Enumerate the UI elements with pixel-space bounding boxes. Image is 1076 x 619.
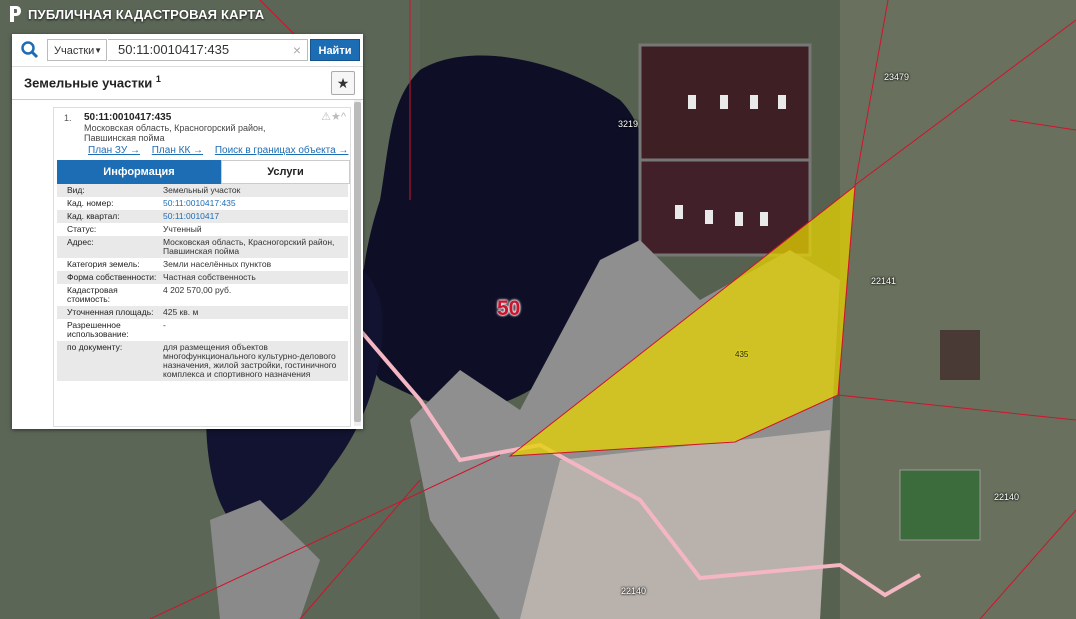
property-key: Уточненная площадь: [67, 307, 154, 317]
property-key: Вид: [67, 185, 85, 195]
tab-info[interactable]: Информация [57, 160, 221, 184]
property-value: Учтенный [163, 224, 202, 234]
property-value: - [163, 320, 166, 330]
result-links: План ЗУ → План КК → Поиск в границах объ… [88, 145, 357, 156]
tab-services[interactable]: Услуги [221, 160, 350, 184]
result-tools-icon[interactable]: ⚠★^ [321, 110, 346, 123]
property-key: Разрешенное использование: [67, 320, 129, 339]
property-value: Земли населённых пунктов [163, 259, 272, 269]
results-title-text: Земельные участки [24, 75, 153, 91]
app-title-text: ПУБЛИЧНАЯ КАДАСТРОВАЯ КАРТА [28, 6, 265, 22]
property-value: для размещения объектов многофункциональ… [163, 342, 337, 379]
results-title: Земельные участки 1 [24, 74, 161, 90]
property-row: Разрешенное использование: - [57, 319, 348, 341]
object-type-value: Участки [54, 45, 95, 57]
property-row: Форма собственности: Частная собственност… [57, 271, 348, 284]
map-label: 22140 [994, 492, 1020, 502]
property-value[interactable]: 50:11:0010417 [163, 212, 348, 221]
search-input[interactable]: 50:11:0010417:435 × [108, 39, 308, 61]
app-logo-icon [10, 6, 21, 22]
property-value: 4 202 570,00 руб. [163, 285, 232, 295]
map-label: 3219 [618, 119, 639, 129]
property-value: Земельный участок [163, 185, 241, 195]
favorite-button[interactable]: ★ [331, 71, 355, 95]
property-key: Кад. номер: [67, 198, 114, 208]
property-value[interactable]: 50:11:0010417:435 [163, 199, 348, 208]
property-key: Адрес: [67, 237, 94, 247]
property-value: Московская область, Красногорский район,… [163, 237, 335, 256]
property-row: Адрес: Московская область, Красногорский … [57, 236, 348, 258]
result-tabs: Информация Услуги [57, 160, 350, 184]
search-in-bounds-link[interactable]: Поиск в границах объекта → [215, 145, 349, 156]
result-cad-number[interactable]: 50:11:0010417:435 [84, 112, 171, 123]
plan-kk-link[interactable]: План КК → [152, 145, 203, 156]
property-row: Статус: Учтенный [57, 223, 348, 236]
property-key: Категория земель: [67, 259, 140, 269]
map-label: 23479 [884, 72, 910, 82]
app-title: ПУБЛИЧНАЯ КАДАСТРОВАЯ КАРТА [8, 5, 264, 23]
property-key: Кад. квартал: [67, 211, 120, 221]
property-row: Категория земель: Земли населённых пункто… [57, 258, 348, 271]
chevron-down-icon: ▼ [94, 46, 102, 55]
property-key: по документу: [67, 342, 123, 352]
find-button[interactable]: Найти [310, 39, 360, 61]
plan-zu-link[interactable]: План ЗУ → [88, 145, 140, 156]
search-icon[interactable] [20, 40, 40, 60]
result-address: Московская область, Красногорский район,… [84, 123, 266, 143]
district-label: 50 [497, 297, 521, 320]
properties-table: Вид: Земельный участок Кад. номер: 50:11:00… [57, 184, 348, 381]
property-row: по документу: для размещения объектов мно… [57, 341, 348, 381]
search-panel: Участки ▼ 50:11:0010417:435 × Найти Земе… [12, 34, 363, 429]
property-value: 425 кв. м [163, 307, 199, 317]
search-bar: Участки ▼ 50:11:0010417:435 × Найти [12, 34, 363, 67]
divider [12, 99, 363, 100]
scrollbar-thumb[interactable] [354, 102, 361, 422]
search-query-text: 50:11:0010417:435 [118, 42, 230, 57]
map-label: 22141 [871, 276, 897, 286]
property-row: Кад. номер: 50:11:0010417:435 [57, 197, 348, 210]
map-label: 22140 [621, 586, 647, 596]
result-index: 1. [64, 113, 72, 123]
results-count: 1 [155, 74, 161, 84]
property-row: Кадастровая стоимость: 4 202 570,00 руб. [57, 284, 348, 306]
property-key: Форма собственности: [67, 272, 157, 282]
scrollbar[interactable] [354, 100, 361, 426]
property-row: Уточненная площадь: 425 кв. м [57, 306, 348, 319]
object-type-select[interactable]: Участки ▼ [47, 39, 107, 61]
property-value: Частная собственность [163, 272, 256, 282]
property-row: Кад. квартал: 50:11:0010417 [57, 210, 348, 223]
property-row: Вид: Земельный участок [57, 184, 348, 197]
result-card: 1. 50:11:0010417:435 Московская область,… [53, 107, 351, 427]
clear-icon[interactable]: × [293, 40, 301, 60]
property-key: Статус: [67, 224, 97, 234]
property-key: Кадастровая стоимость: [67, 285, 118, 304]
parcel-label[interactable]: 435 [735, 350, 748, 359]
